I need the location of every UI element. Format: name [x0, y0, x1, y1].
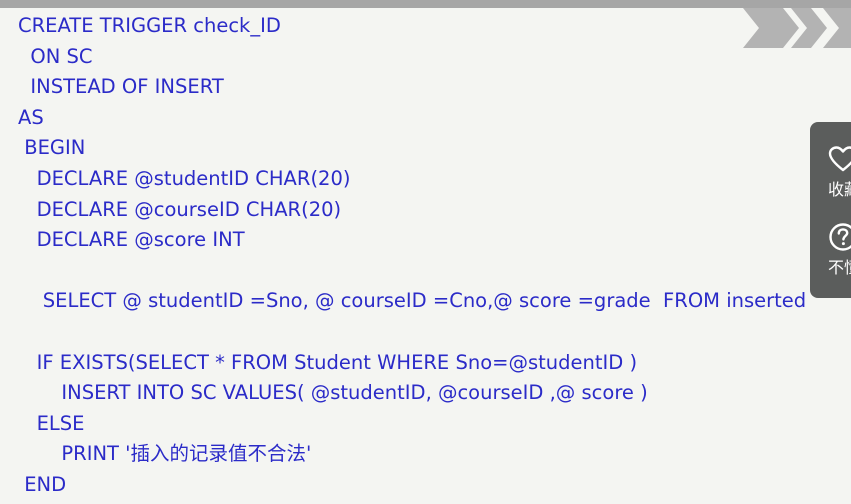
- code-line: PRINT '插入的记录值不合法': [18, 442, 312, 466]
- help-label: 不懂: [828, 258, 851, 277]
- code-line: DECLARE @score INT: [18, 228, 245, 252]
- question-circle-icon: [829, 223, 851, 251]
- code-line: BEGIN: [18, 136, 86, 160]
- favorite-label: 收藏: [828, 180, 851, 199]
- top-border-stripe: [0, 0, 851, 8]
- code-line: CREATE TRIGGER check_ID: [18, 14, 281, 37]
- code-line: SELECT @ studentID =Sno, @ courseID =Cno…: [18, 289, 807, 313]
- code-line: END: [18, 472, 67, 496]
- code-line: INSTEAD OF INSERT: [18, 75, 224, 99]
- code-line: DECLARE @studentID CHAR(20): [18, 166, 351, 190]
- code-line: AS: [18, 105, 44, 129]
- code-line: ELSE: [18, 411, 85, 435]
- code-line: IF EXISTS(SELECT * FROM Student WHERE Sn…: [18, 350, 638, 374]
- favorite-button[interactable]: 收藏: [828, 144, 851, 200]
- sql-code-block: CREATE TRIGGER check_ID ON SC INSTEAD OF…: [18, 11, 806, 501]
- side-action-panel: 收藏 不懂: [810, 122, 851, 298]
- help-button[interactable]: 不懂: [828, 222, 851, 278]
- code-line: ON SC: [18, 44, 93, 68]
- code-line: INSERT INTO SC VALUES( @studentID, @cour…: [18, 381, 648, 405]
- code-line: DECLARE @courseID CHAR(20): [18, 197, 342, 221]
- heart-icon: [828, 146, 851, 172]
